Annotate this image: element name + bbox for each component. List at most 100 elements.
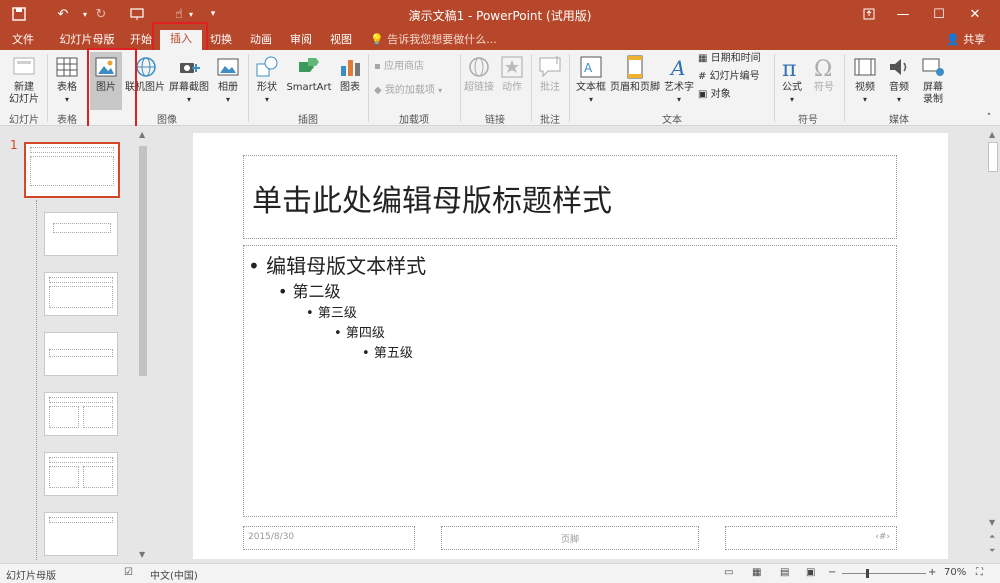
zoom-in-icon[interactable]: + [928, 567, 936, 578]
slide-master-canvas[interactable]: 单击此处编辑母版标题样式 • 编辑母版文本样式 • 第二级 • 第三级 • 第四… [193, 133, 948, 559]
tab-review[interactable]: 审阅 [286, 31, 316, 49]
slide-thumbnail-pane[interactable]: 1 [0, 126, 150, 563]
table-button[interactable]: 表格 ▾ [50, 54, 84, 106]
date-placeholder[interactable]: 2015/8/30 [243, 526, 415, 550]
next-slide-icon[interactable]: ⏷ [989, 546, 995, 556]
zoom-slider[interactable] [842, 573, 926, 574]
group-label-comments: 批注 [540, 115, 560, 126]
tab-file[interactable]: 文件 [8, 31, 38, 49]
layout-thumbnail[interactable] [44, 332, 118, 376]
hyperlink-label: 超链接 [464, 82, 494, 93]
album-button[interactable]: 相册 ▾ [212, 54, 244, 106]
video-button[interactable]: 视频 ▾ [850, 54, 880, 106]
screenshot-button[interactable]: 屏幕截图 ▾ [168, 54, 210, 106]
table-label: 表格 [57, 82, 77, 93]
zoom-level[interactable]: 70% [944, 567, 966, 578]
smartart-button[interactable]: SmartArt [284, 54, 334, 94]
maximize-button[interactable]: ☐ [922, 2, 956, 26]
fit-slide-icon[interactable]: ⛶ [976, 567, 983, 578]
group-label-slides: 幻灯片 [9, 115, 39, 126]
tab-transitions[interactable]: 切换 [206, 31, 236, 49]
store-icon: ▪ [374, 61, 381, 72]
group-label-media: 媒体 [889, 115, 909, 126]
ribbon-display-options-icon[interactable] [852, 2, 886, 26]
spell-check-icon[interactable]: ☑ [124, 567, 133, 578]
close-button[interactable]: ✕ [958, 2, 992, 26]
date-time-label: 日期和时间 [710, 53, 761, 64]
slide-sorter-icon[interactable]: ▦ [752, 567, 761, 578]
language-indicator[interactable]: 中文(中国) [150, 567, 198, 582]
new-slide-button[interactable]: 新建 幻灯片 [4, 54, 44, 106]
screen-record-button[interactable]: 屏幕 录制 [918, 54, 948, 106]
collapse-ribbon-icon[interactable]: ˄ [982, 112, 996, 124]
equation-label: 公式 [782, 82, 802, 93]
scroll-up-icon[interactable]: ▲ [989, 130, 995, 139]
chart-button[interactable]: 图表 [336, 54, 364, 94]
minimize-button[interactable]: — [886, 2, 920, 26]
group-label-links: 链接 [485, 115, 505, 126]
body-placeholder[interactable]: • 编辑母版文本样式 • 第二级 • 第三级 • 第四级 • 第五级 [243, 245, 897, 517]
canvas-scrollbar[interactable]: ▲ ▼ ⏶ ⏷ [986, 126, 1000, 563]
layout-thumbnail[interactable] [44, 452, 118, 496]
comment-button[interactable]: 批注 [535, 54, 565, 94]
wordart-button[interactable]: A 艺术字 ▾ [663, 54, 695, 106]
slideshow-icon[interactable]: ▣ [806, 567, 815, 578]
audio-button[interactable]: 音频 ▾ [884, 54, 914, 106]
my-addins-button[interactable]: ◆ 我的加载项 ▾ [374, 84, 442, 98]
slide-title: 单击此处编辑母版标题样式 [252, 184, 612, 219]
scroll-thumb[interactable] [988, 142, 998, 172]
scroll-down-icon[interactable]: ▼ [139, 550, 145, 559]
addins-icon: ◆ [374, 85, 382, 96]
footer-placeholder[interactable]: 页脚 [441, 526, 699, 550]
tab-animations[interactable]: 动画 [246, 31, 276, 49]
title-placeholder[interactable]: 单击此处编辑母版标题样式 [243, 155, 897, 239]
highlight-picture-button [87, 48, 137, 132]
wordart-icon: A [669, 56, 685, 80]
scroll-up-icon[interactable]: ▲ [139, 130, 145, 139]
store-button[interactable]: ▪ 应用商店 [374, 60, 424, 74]
header-footer-icon [627, 55, 643, 79]
textbox-button[interactable]: A 文本框 ▾ [573, 54, 609, 106]
zoom-slider-thumb[interactable] [866, 569, 869, 578]
layout-thumbnail[interactable] [44, 212, 118, 256]
equation-button[interactable]: π 公式 ▾ [778, 54, 806, 106]
smartart-label: SmartArt [286, 82, 332, 93]
object-button[interactable]: ▣ 对象 [698, 88, 731, 102]
bullet-level-3: • 第三级 [306, 306, 357, 321]
page-number-placeholder[interactable]: ‹#› [725, 526, 897, 550]
group-label-tables: 表格 [57, 115, 77, 126]
reading-view-icon[interactable]: ▤ [780, 567, 789, 578]
share-button[interactable]: 👤 共享 [946, 31, 985, 49]
zoom-out-icon[interactable]: − [828, 567, 836, 578]
thumbnail-scrollbar[interactable]: ▲ ▼ [137, 126, 149, 563]
scroll-thumb[interactable] [139, 146, 147, 376]
bullet-level-4: • 第四级 [334, 326, 385, 341]
previous-slide-icon[interactable]: ⏶ [989, 532, 995, 542]
action-button[interactable]: 动作 [498, 54, 526, 94]
date-time-button[interactable]: ▦ 日期和时间 [698, 52, 761, 66]
svg-text:Ω: Ω [814, 57, 832, 80]
bullet-level-2: • 第二级 [278, 282, 341, 301]
tell-me-text: 告诉我您想要做什么... [387, 33, 497, 46]
pi-icon: π [782, 57, 796, 80]
normal-view-icon[interactable]: ▭ [724, 567, 733, 578]
header-footer-label: 页眉和页脚 [610, 82, 660, 93]
slide-number-button[interactable]: # 幻灯片编号 [698, 70, 760, 84]
group-label-addins: 加载项 [399, 115, 429, 126]
shapes-button[interactable]: 形状 ▾ [252, 54, 282, 106]
tell-me-box[interactable]: 💡 告诉我您想要做什么... [370, 31, 497, 49]
tab-view[interactable]: 视图 [326, 31, 356, 49]
scroll-down-icon[interactable]: ▼ [989, 518, 995, 527]
date-text: 2015/8/30 [248, 532, 295, 542]
group-separator [248, 54, 249, 122]
master-thumbnail[interactable] [24, 142, 120, 198]
layout-thumbnail[interactable] [44, 392, 118, 436]
hyperlink-button[interactable]: 超链接 [464, 54, 494, 94]
header-footer-button[interactable]: 页眉和页脚 [609, 54, 661, 94]
bullet-level-1: • 编辑母版文本样式 [248, 254, 427, 278]
symbol-button[interactable]: Ω 符号 [810, 54, 838, 94]
layout-thumbnail[interactable] [44, 512, 118, 556]
layout-thumbnail[interactable] [44, 272, 118, 316]
tab-slide-master[interactable]: 幻灯片母版 [56, 31, 118, 49]
wordart-label: 艺术字 [664, 82, 694, 93]
